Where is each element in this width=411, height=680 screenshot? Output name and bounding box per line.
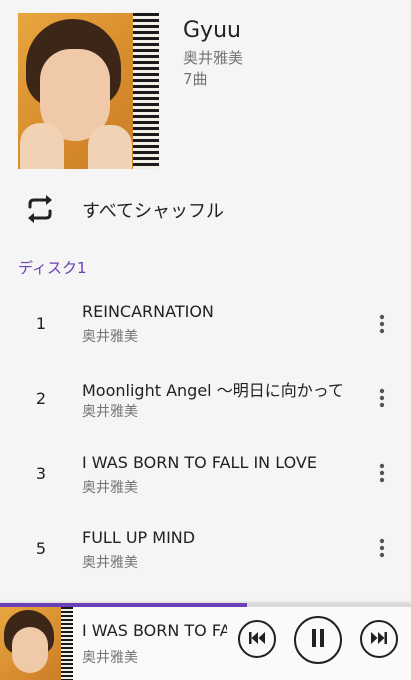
track-artist: 奥井雅美 <box>82 480 138 496</box>
track-artist: 奥井雅美 <box>82 329 138 345</box>
pause-icon <box>310 628 326 652</box>
skip-previous-icon <box>248 630 266 649</box>
next-track-button[interactable] <box>360 620 398 658</box>
more-options-icon[interactable] <box>372 312 392 336</box>
track-row[interactable]: 3 I WAS BORN TO FALL IN LOVE 奥井雅美 <box>0 437 411 512</box>
track-number: 2 <box>35 389 47 408</box>
now-playing-title: I WAS BORN TO FALL IN LOVE <box>82 621 227 640</box>
track-title: I WAS BORN TO FALL IN LOVE <box>82 453 317 472</box>
track-row[interactable]: 2 Moonlight Angel 〜明日に向かって 奥井雅美 <box>0 361 411 436</box>
mini-player[interactable]: I WAS BORN TO FALL IN LOVE 奥井雅美 <box>0 603 411 680</box>
now-playing-artist: 奥井雅美 <box>82 650 138 666</box>
track-number: 3 <box>35 464 47 483</box>
shuffle-all-label: すべてシャッフル <box>82 201 225 222</box>
track-title: FULL UP MIND <box>82 528 196 547</box>
album-title: Gyuu <box>183 18 241 43</box>
track-number: 1 <box>35 314 47 333</box>
more-options-icon[interactable] <box>372 536 392 560</box>
pause-button[interactable] <box>294 616 342 664</box>
track-artist: 奥井雅美 <box>82 555 138 571</box>
mini-player-album-art[interactable] <box>0 607 73 680</box>
track-title: Moonlight Angel 〜明日に向かって <box>82 381 344 400</box>
more-options-icon[interactable] <box>372 386 392 410</box>
album-artist[interactable]: 奥井雅美 <box>183 47 243 68</box>
track-title: REINCARNATION <box>82 302 214 321</box>
track-number: 5 <box>35 539 47 558</box>
album-art <box>18 13 159 169</box>
shuffle-all-button[interactable]: すべてシャッフル <box>0 186 411 232</box>
skip-next-icon <box>370 630 388 649</box>
more-options-icon[interactable] <box>372 461 392 485</box>
track-artist: 奥井雅美 <box>82 404 138 420</box>
album-track-count: 7曲 <box>183 70 208 88</box>
track-row[interactable]: 5 FULL UP MIND 奥井雅美 <box>0 513 411 588</box>
previous-track-button[interactable] <box>238 620 276 658</box>
disc-label: ディスク1 <box>18 259 87 277</box>
album-header: Gyuu 奥井雅美 7曲 <box>0 0 411 180</box>
shuffle-icon <box>24 194 56 224</box>
track-row[interactable]: 1 REINCARNATION 奥井雅美 <box>0 285 411 360</box>
